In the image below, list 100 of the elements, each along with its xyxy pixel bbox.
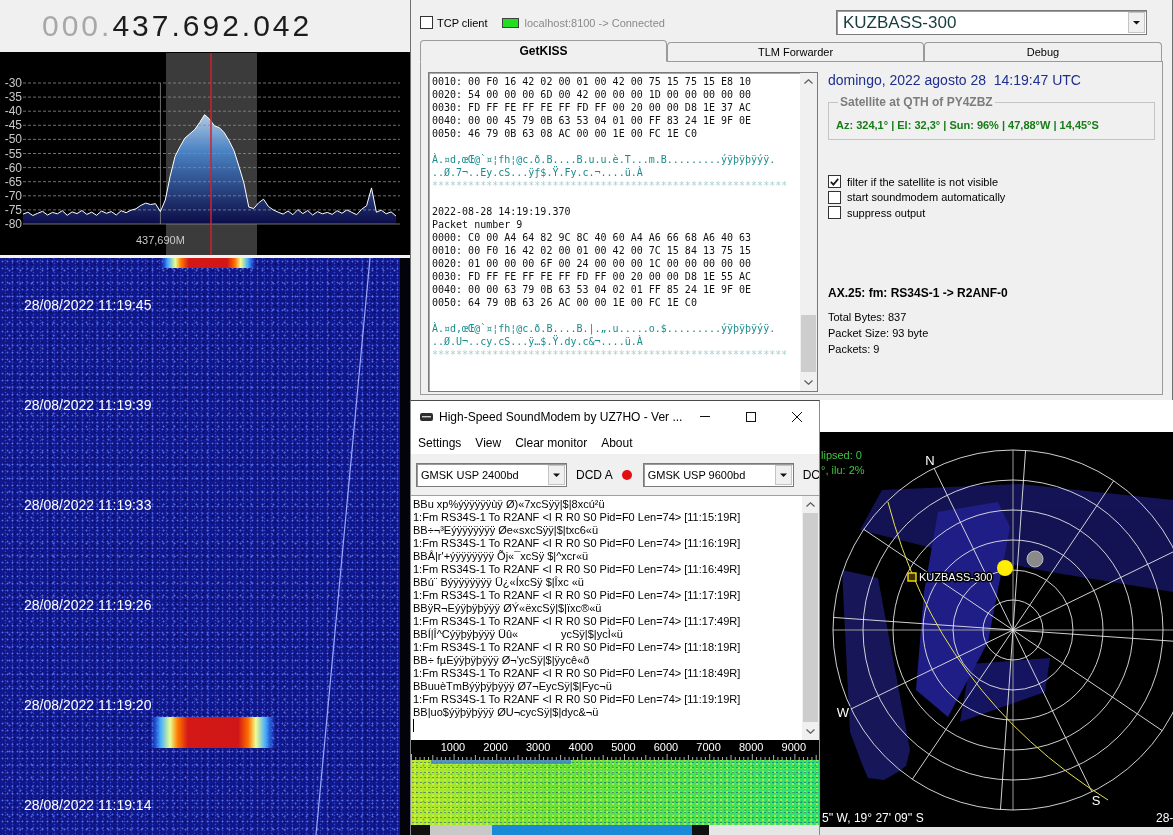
monitor-line: BBuuèTmBýÿþÿþÿÿÿ Ø7¬EycSÿ|$|Fyc¬ü [413,680,612,693]
tuning-marker-line[interactable] [210,52,212,255]
moon-icon [1026,550,1044,568]
menu-item[interactable]: About [594,433,640,453]
checkbox[interactable] [420,16,433,29]
monitor-line: BBÍ|Î^Cýÿþÿþÿÿÿ Üû« ycSÿ|$|ycÌ«ü [413,628,623,641]
statistic-text: Total Bytes: 837 [828,309,907,325]
log-line: 0030: FD FF FE FF FE FF FD FF 00 20 00 00 D8 1E 55 AC [432,270,753,283]
group-title: Satellite at QTH of PY4ZBZ [839,95,994,110]
connection-status: localhost:8100 -> Connected [524,16,665,29]
satellite-marker-icon[interactable] [907,572,917,582]
caret-down-icon[interactable] [774,464,792,485]
tab[interactable]: Debug [924,42,1162,61]
log-line: 0010: 00 F0 16 42 02 00 01 00 42 00 75 15 75 15 E8 10 [432,75,753,88]
tab[interactable]: GetKISS [420,40,667,62]
satellite-dropdown[interactable]: KUZBASS-300 [836,10,1147,35]
log-line: 0050: 46 79 0B 63 08 AC 00 00 1E 00 FC 1E C0 [432,127,698,140]
timestamp-label: 28/08/2022 11:19:45 [24,297,152,313]
log-line: À.¤d,œŒ@`¤¦fh¦@c.ð.B....B.u.u.è.T...m.B.........ýÿþÿþÿýÿ. [432,153,777,166]
log-line: 0040: 00 00 63 79 0B 63 53 04 02 01 FF 85 24 1E 9F 0E [432,283,753,296]
monitor-line: 1:Fm RS34S-1 To R2ANF <I R R0 S0 Pid=F0 Len=74> [11:17:49R] [413,615,741,628]
statistic-text: Packet Size: 93 byte [828,325,929,341]
axis-label: -40 [4,104,22,119]
monitor-line: 1:Fm RS34S-1 To R2ANF <I R R0 S0 Pid=F0 Len=74> [11:18:19R] [413,641,741,654]
caret-down-icon[interactable] [548,464,565,485]
scrollbar-thumb[interactable] [801,315,816,372]
date-text: 28- [1156,811,1173,825]
checkbox[interactable] [828,175,841,189]
monitor-textarea[interactable] [411,495,819,740]
axis-label: -80 [4,217,22,231]
timestamp-label: 28/08/2022 11:19:14 [24,797,152,813]
axis-label: -65 [4,174,22,189]
status-text: lipsed: 0 [821,449,862,461]
caret-down-icon[interactable] [1128,12,1145,33]
text-cursor [413,719,414,732]
monitor-line: 1:Fm RS34S-1 To R2ANF <I R R0 S0 Pid=F0 Len=74> [11:16:19R] [413,537,741,550]
close-icon [792,411,803,422]
maximize-icon [746,411,757,422]
ruler-label: 5000 [611,741,636,753]
scroll-down-icon[interactable] [804,380,813,385]
menu-item[interactable]: Settings [411,433,469,453]
dcd-label: DC [802,467,819,482]
menu-item[interactable]: Clear monitor [508,433,595,453]
sun-icon [997,560,1013,576]
menu-item[interactable]: View [468,433,509,453]
scroll-up-icon[interactable] [806,502,815,507]
axis-label: -75 [4,202,22,217]
monitor-line: BBu xp%ýÿÿÿÿÿùÿ Ø)«7xcSÿÿ|$|8xcú²ü [413,498,605,511]
packet-header-text: AX.25: fm: RS34S-1 -> R2ANF-0 [828,285,1008,301]
monitor-line: BBú¨ Býÿÿÿÿÿÿÿ Ü¿«ÍxcSÿ $|Îxc «ü [413,576,584,589]
checkbox[interactable] [828,190,841,204]
location-text: 5'' W, 19° 27' 09'' S [822,811,924,825]
monitor-line: 1:Fm RS34S-1 To R2ANF <I R R0 S0 Pid=F0 Len=74> [11:16:49R] [413,563,741,576]
log-line: 0000: C0 00 A4 64 82 9C 8C 40 60 A4 A6 66 68 A6 40 63 [432,231,753,244]
satellite-position-text: Az: 324,1° | El: 32,3° | Sun: 96% | 47,88°W | 14,45°S [836,118,1100,132]
ruler-label: 9000 [781,741,807,753]
ruler-label: 7000 [696,741,721,753]
axis-label: -60 [4,160,22,175]
log-line: *********************************************************** [432,348,789,361]
log-line: 0020: 54 00 00 00 6D 00 42 00 00 00 1D 00 00 00 00 00 [432,88,753,101]
mode-dropdown[interactable]: GMSK USP 2400bd [416,462,567,487]
axis-label: -55 [4,146,22,161]
scrollbar[interactable] [802,496,819,740]
checkmark-icon [830,177,839,186]
log-line: 0010: 00 F0 16 42 02 00 01 00 42 00 7C 15 84 13 75 15 [432,244,753,257]
scroll-down-icon[interactable] [806,729,815,734]
log-line: Packet number 9 [432,218,524,231]
log-textarea[interactable] [428,72,818,392]
status-text: °, ilu: 2% [821,464,865,476]
scrollbar-thumb[interactable] [803,513,818,722]
checkbox-label[interactable]: start soundmodem automatically [847,191,1006,204]
checkbox[interactable] [828,206,841,220]
dcd-label: DCD A [576,467,613,482]
monitor-line: BBÿR¬Eýÿþÿþÿÿÿ ØÝ«ëxcSÿ|$|ïxc®«ü [413,602,602,615]
compass-label: N [925,453,935,468]
checkbox-label[interactable]: TCP client [437,16,488,29]
checkbox-label[interactable]: suppress output [847,206,926,219]
timestamp-label: 28/08/2022 11:19:39 [24,397,152,413]
log-line: *********************************************************** [432,179,789,192]
monitor-line: BBÂ|r'+ýÿÿÿÿÿÿÿ Õj«¯xcSÿ $|^xcr«ü [413,550,589,563]
minimize-icon [700,416,711,417]
scroll-up-icon[interactable] [804,79,813,84]
ruler-label: 4000 [568,741,594,753]
tab[interactable]: TLM Forwarder [667,42,924,61]
axis-label: -35 [4,90,22,105]
scrollbar[interactable] [800,73,817,391]
ruler-label: 6000 [653,741,679,753]
timestamp-label: 28/08/2022 11:19:33 [24,497,152,513]
log-line: 0030: FD FF FE FF FE FF FD FF 00 20 00 00 D8 1E 37 AC [432,101,753,114]
axis-label: -70 [4,188,22,203]
mode-dropdown[interactable]: GMSK USP 9600bd [642,462,794,487]
monitor-line: BB÷ fµEýÿþÿþÿÿÿ Ø¬'ycSÿ|$|ÿycê«ð [413,654,590,667]
log-line: ..Ø.7¬..Ey.cS...ÿƒ$.Ÿ.Fy.c.¬....ü.À [432,166,643,179]
timestamp-label: 28/08/2022 11:19:20 [24,697,152,713]
checkbox-label[interactable]: filter if the satellite is not visible [847,175,998,188]
ruler-label: 8000 [738,741,764,753]
statistic-text: Packets: 9 [828,341,880,357]
log-line: ..Ø.U¬..cy.cS...ÿ…$.Ÿ.dy.c&¬....ü.À [432,335,643,348]
compass-label: W [836,705,850,720]
frequency-readout[interactable]: 000.437.692.042 [42,9,313,43]
